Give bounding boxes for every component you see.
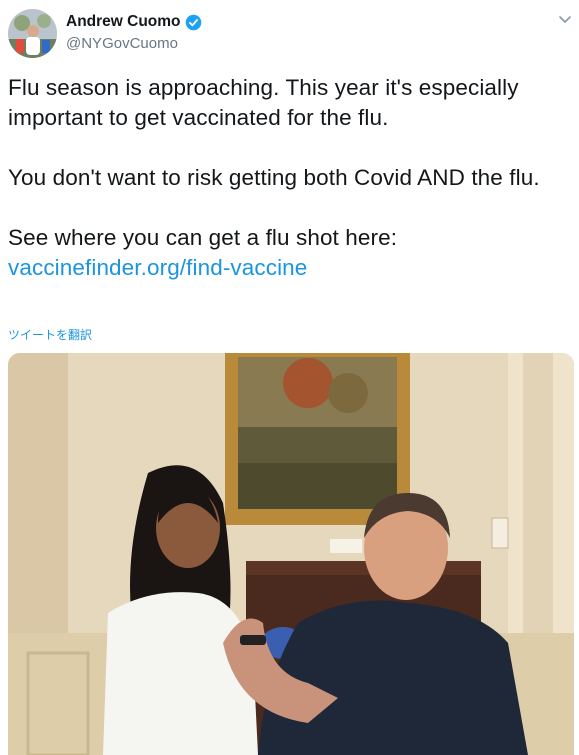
- tweet-paragraph-1: Flu season is approaching. This year it'…: [8, 75, 519, 130]
- tweet-header: Andrew Cuomo @NYGovCuomo: [8, 9, 573, 61]
- verified-badge-icon: [185, 14, 201, 30]
- display-name[interactable]: Andrew Cuomo: [66, 13, 181, 31]
- tweet-text: Flu season is approaching. This year it'…: [8, 73, 573, 283]
- tweet-photo[interactable]: [8, 353, 574, 755]
- chevron-down-icon[interactable]: [557, 11, 573, 27]
- display-name-row[interactable]: Andrew Cuomo: [66, 13, 202, 31]
- tweet-paragraph-3: See where you can get a flu shot here:: [8, 225, 398, 250]
- avatar[interactable]: [8, 9, 57, 58]
- avatar-image: [8, 9, 57, 58]
- tweet-paragraph-2: You don't want to risk getting both Covi…: [8, 165, 540, 190]
- handle[interactable]: @NYGovCuomo: [66, 35, 202, 52]
- vaccine-finder-link[interactable]: vaccinefinder.org/find-vaccine: [8, 255, 307, 280]
- vaccination-photo: [8, 353, 574, 755]
- translate-tweet-link[interactable]: ツイートを翻訳: [8, 326, 92, 343]
